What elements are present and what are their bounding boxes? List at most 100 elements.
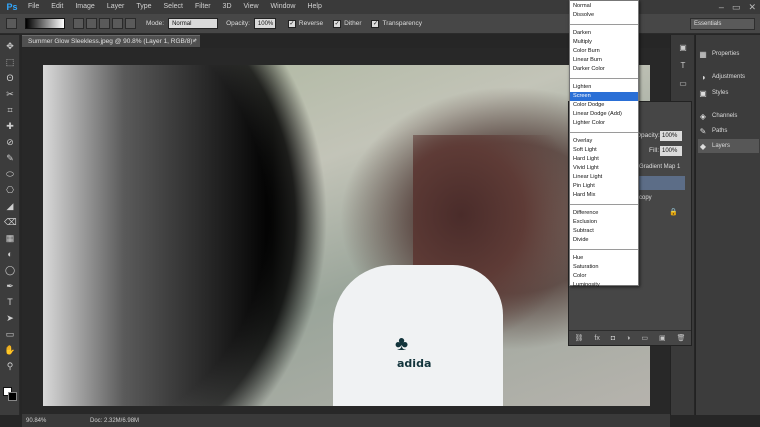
minimize-icon[interactable]: –	[719, 2, 724, 12]
linear-gradient-button[interactable]	[73, 18, 84, 29]
delete-layer-icon[interactable]: 🗑	[677, 334, 686, 342]
mode-select[interactable]: Normal	[168, 18, 219, 29]
blend-mode-item[interactable]: Lighten	[570, 83, 638, 92]
blend-mode-item[interactable]: Lighter Color	[570, 119, 638, 128]
document-canvas[interactable]: ♣ adida	[43, 65, 650, 406]
history-brush-tool-icon[interactable]: ⬭	[4, 168, 16, 180]
blend-mode-item[interactable]: Hue	[570, 254, 638, 263]
blend-mode-item[interactable]: Screen	[570, 92, 638, 101]
menu-edit[interactable]: Edit	[45, 0, 69, 14]
layer-fill-field[interactable]: 100%	[660, 146, 682, 156]
workspace-select[interactable]: Essentials	[690, 18, 755, 30]
dock-history-icon[interactable]: ▣	[677, 43, 689, 55]
blend-mode-item[interactable]: Color	[570, 272, 638, 281]
menu-3d[interactable]: 3D	[217, 0, 238, 14]
panel-layers[interactable]: ◆ Layers	[698, 139, 759, 153]
blend-mode-item[interactable]: Saturation	[570, 263, 638, 272]
link-layers-icon[interactable]: ⛓	[575, 334, 584, 342]
opacity-field[interactable]: 100%	[253, 18, 276, 29]
blend-mode-item[interactable]: Soft Light	[570, 146, 638, 155]
pen-tool-icon[interactable]: ◐	[4, 248, 16, 260]
blur-tool-icon[interactable]: ⌫	[4, 216, 17, 228]
blend-mode-item[interactable]: Normal	[570, 2, 638, 11]
layer-gradient-map[interactable]: Gradient Map 1	[639, 164, 680, 170]
maximize-icon[interactable]: ▭	[732, 2, 741, 13]
new-layer-icon[interactable]: ▣	[659, 334, 666, 342]
background-color-swatch[interactable]	[8, 392, 17, 401]
layer-copy[interactable]: copy	[639, 195, 652, 201]
transparency-checkbox[interactable]: ✓	[371, 19, 380, 28]
brush-tool-icon[interactable]: ⊘	[4, 136, 16, 148]
dither-checkbox[interactable]: ✓	[333, 19, 342, 28]
gradient-editor-swatch[interactable]	[25, 18, 65, 29]
type-tool-icon[interactable]: T	[4, 296, 16, 308]
path-selection-tool-icon[interactable]: ➤	[4, 312, 16, 324]
blend-mode-item[interactable]: Hard Light	[570, 155, 638, 164]
zoom-tool-icon[interactable]: ⚲	[4, 360, 16, 372]
healing-tool-icon[interactable]: ✚	[4, 120, 16, 132]
menu-filter[interactable]: Filter	[189, 0, 217, 14]
reflected-gradient-button[interactable]	[112, 18, 123, 29]
ellipse-tool-icon[interactable]: ◯	[4, 264, 16, 276]
blend-mode-item[interactable]: Linear Light	[570, 173, 638, 182]
move-tool-icon[interactable]: ✥	[4, 40, 16, 52]
new-group-icon[interactable]: ▭	[641, 334, 648, 342]
blend-mode-item[interactable]: Linear Dodge (Add)	[570, 110, 638, 119]
blend-mode-item[interactable]: Color Burn	[570, 47, 638, 56]
layer-opacity-field[interactable]: 100%	[660, 131, 682, 141]
blend-mode-item[interactable]: Exclusion	[570, 218, 638, 227]
blend-mode-item[interactable]: Hard Mix	[570, 191, 638, 200]
panel-adjustments[interactable]: ◑ Adjustments	[698, 70, 759, 84]
blend-mode-item[interactable]: Darker Color	[570, 65, 638, 74]
blend-mode-item[interactable]: Pin Light	[570, 182, 638, 191]
hand-tool-icon[interactable]: ✋	[4, 344, 16, 356]
menu-layer[interactable]: Layer	[101, 0, 131, 14]
marquee-tool-icon[interactable]: ⬚	[4, 56, 16, 68]
tool-preset-picker[interactable]	[6, 18, 17, 29]
diamond-gradient-button[interactable]	[125, 18, 136, 29]
menu-image[interactable]: Image	[69, 0, 100, 14]
blend-mode-item[interactable]: Color Dodge	[570, 101, 638, 110]
path-tool-icon[interactable]: ✒	[4, 280, 16, 292]
blend-mode-item[interactable]: Difference	[570, 209, 638, 218]
blend-mode-item[interactable]: Subtract	[570, 227, 638, 236]
gradient-tool-icon[interactable]: ◢	[4, 200, 16, 212]
blend-mode-item[interactable]: Linear Burn	[570, 56, 638, 65]
layer-row-selected[interactable]	[639, 176, 685, 190]
radial-gradient-button[interactable]	[86, 18, 97, 29]
menu-select[interactable]: Select	[158, 0, 189, 14]
document-tab[interactable]: Summer Glow Sleekless.jpeg @ 90.8% (Laye…	[22, 35, 200, 47]
zoom-level[interactable]: 90.84%	[22, 418, 50, 424]
dock-paragraph-icon[interactable]: ▭	[677, 79, 689, 91]
lasso-tool-icon[interactable]: ʘ	[4, 72, 16, 84]
menu-window[interactable]: Window	[265, 0, 302, 14]
menu-file[interactable]: File	[22, 0, 45, 14]
close-icon[interactable]: ✕	[748, 2, 756, 13]
blend-mode-dropdown[interactable]: Normal Dissolve Darken Multiply Color Burn Li…	[569, 0, 639, 288]
blend-mode-item[interactable]: Multiply	[570, 38, 638, 47]
blend-mode-item[interactable]: Divide	[570, 236, 638, 245]
menu-view[interactable]: View	[238, 0, 265, 14]
blend-mode-item[interactable]: Luminosity	[570, 281, 638, 290]
menu-help[interactable]: Help	[301, 0, 327, 14]
layer-style-icon[interactable]: fx	[594, 335, 599, 342]
reverse-checkbox[interactable]: ✓	[287, 19, 296, 28]
close-document-icon[interactable]: ×	[192, 36, 196, 48]
blend-mode-item[interactable]: Dissolve	[570, 11, 638, 20]
menu-type[interactable]: Type	[130, 0, 157, 14]
layer-mask-icon[interactable]: ◘	[611, 335, 615, 342]
dodge-tool-icon[interactable]: ▦	[4, 232, 16, 244]
blend-mode-item[interactable]: Vivid Light	[570, 164, 638, 173]
panel-styles[interactable]: ▣ Styles	[698, 86, 759, 100]
eraser-tool-icon[interactable]: ⎔	[4, 184, 16, 196]
eyedropper-tool-icon[interactable]: ⌗	[4, 104, 16, 116]
angle-gradient-button[interactable]	[99, 18, 110, 29]
panel-properties[interactable]: ▦ Properties	[698, 47, 759, 61]
clone-stamp-tool-icon[interactable]: ✎	[4, 152, 16, 164]
rectangle-tool-icon[interactable]: ▭	[4, 328, 16, 340]
blend-mode-item[interactable]: Overlay	[570, 137, 638, 146]
crop-tool-icon[interactable]: ✂	[4, 88, 16, 100]
blend-mode-item[interactable]: Darken	[570, 29, 638, 38]
dock-character-icon[interactable]: T	[677, 61, 689, 73]
adjustment-layer-icon[interactable]: ◑	[626, 335, 630, 342]
